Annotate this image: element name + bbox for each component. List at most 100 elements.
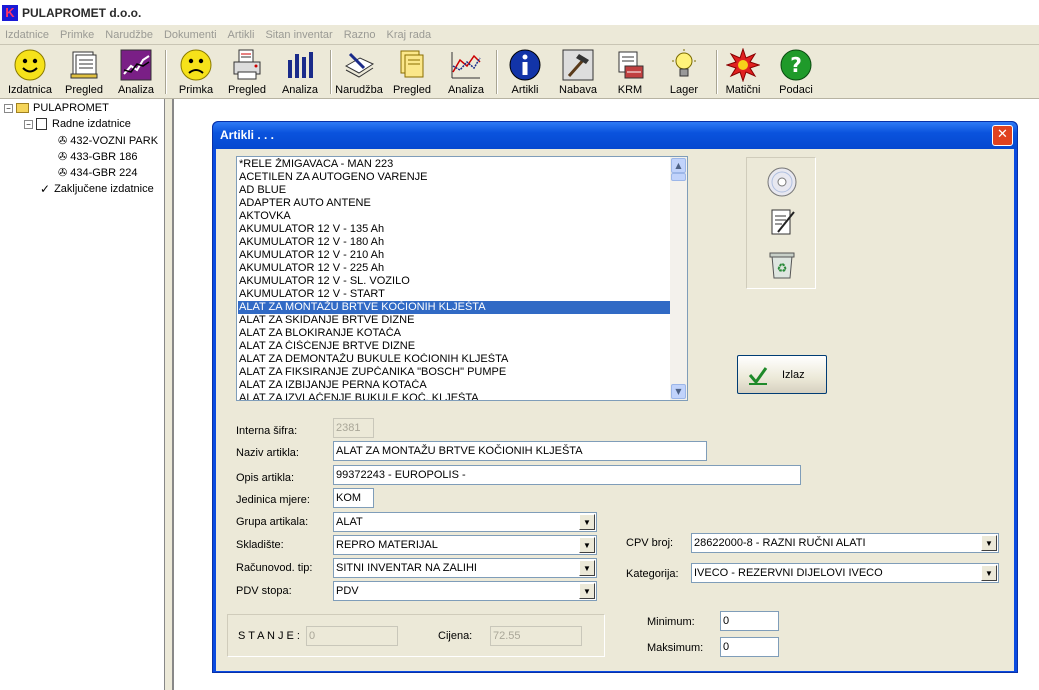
menu-primke[interactable]: Primke bbox=[60, 29, 94, 41]
tree-item[interactable]: ✇ 434-GBR 224 bbox=[58, 166, 137, 180]
izdatnica-button[interactable]: Izdatnica bbox=[4, 48, 56, 98]
analiza-primka-button[interactable]: Analiza bbox=[278, 48, 322, 98]
cpv-broj-value: 28622000-8 - RAZNI RUČNI ALATI bbox=[694, 537, 866, 549]
artikli-listbox[interactable]: *RELE ŽMIGAVACA - MAN 223 ACETILEN ZA AUT… bbox=[236, 156, 688, 401]
list-item[interactable]: ALAT ZA ČIŠĆENJE BRTVE DIZNE bbox=[238, 340, 671, 353]
item-icon: ✇ bbox=[58, 135, 68, 147]
list-item[interactable]: *RELE ŽMIGAVACA - MAN 223 bbox=[238, 158, 671, 171]
chevron-down-icon[interactable]: ▼ bbox=[579, 583, 595, 599]
list-item[interactable]: ADAPTER AUTO ANTENE bbox=[238, 197, 671, 210]
analiza-izdatnica-button[interactable]: Analiza bbox=[114, 48, 158, 98]
collapse-icon[interactable]: − bbox=[4, 103, 13, 113]
tree-zakljucene-izdatnice[interactable]: ✓ Zaključene izdatnice bbox=[40, 182, 154, 196]
scroll-thumb[interactable] bbox=[671, 173, 686, 181]
list-item[interactable]: AKUMULATOR 12 V - 180 Ah bbox=[238, 236, 671, 249]
racunovod-tip-select[interactable]: SITNI INVENTAR NA ZALIHI ▼ bbox=[333, 558, 597, 578]
tree-item[interactable]: ✇ 433-GBR 186 bbox=[58, 150, 137, 164]
action-panel: ♻ bbox=[746, 157, 816, 289]
chevron-down-icon[interactable]: ▼ bbox=[579, 560, 595, 576]
tree-root-label: PULAPROMET bbox=[33, 102, 109, 114]
list-item[interactable]: ALAT ZA MONTAŽU BRTVE KOČIONIH KLJEŠTA bbox=[238, 301, 671, 314]
primka-button[interactable]: Primka bbox=[174, 48, 218, 98]
menu-narudzbe[interactable]: Narudžbe bbox=[105, 29, 153, 41]
recycle-bin-icon[interactable]: ♻ bbox=[764, 246, 800, 282]
chart-purple-icon bbox=[119, 48, 153, 82]
kategorija-select[interactable]: IVECO - REZERVNI DIJELOVI IVECO ▼ bbox=[691, 563, 999, 583]
cpv-broj-select[interactable]: 28622000-8 - RAZNI RUČNI ALATI ▼ bbox=[691, 533, 999, 553]
list-item[interactable]: ALAT ZA IZBIJANJE PERNA KOTAČA bbox=[238, 379, 671, 392]
tree-item[interactable]: ✇ 432-VOZNI PARK bbox=[58, 134, 158, 148]
close-icon[interactable]: ✕ bbox=[992, 125, 1013, 146]
list-item[interactable]: AKUMULATOR 12 V - SL. VOZILO bbox=[238, 275, 671, 288]
document-stack-icon bbox=[67, 48, 101, 82]
narudzba-button[interactable]: Narudžba bbox=[334, 48, 384, 98]
menu-kraj-rada[interactable]: Kraj rada bbox=[387, 29, 432, 41]
menu-razno[interactable]: Razno bbox=[344, 29, 376, 41]
check-icon: ✓ bbox=[40, 182, 51, 196]
collapse-icon[interactable]: − bbox=[24, 119, 33, 129]
naziv-artikla-field[interactable]: ALAT ZA MONTAŽU BRTVE KOČIONIH KLJEŠTA bbox=[333, 441, 707, 461]
maksimum-field[interactable]: 0 bbox=[720, 637, 779, 657]
stanje-label: S T A N J E : bbox=[238, 630, 300, 642]
list-item[interactable]: AKUMULATOR 12 V - START bbox=[238, 288, 671, 301]
tree-radne-izdatnice[interactable]: − Radne izdatnice bbox=[24, 118, 131, 130]
analiza-label: Analiza bbox=[447, 84, 485, 96]
naziv-artikla-label: Naziv artikla: bbox=[236, 447, 299, 459]
analiza-narudzba-button[interactable]: Analiza bbox=[444, 48, 488, 98]
chevron-down-icon[interactable]: ▼ bbox=[981, 535, 997, 551]
dialog-titlebar: Artikli . . . ✕ bbox=[213, 122, 1017, 149]
jedinica-mjere-field[interactable]: KOM bbox=[333, 488, 374, 508]
nabava-button[interactable]: Nabava bbox=[556, 48, 600, 98]
podaci-button[interactable]: ? Podaci bbox=[774, 48, 818, 98]
cd-disc-icon[interactable] bbox=[764, 164, 800, 200]
pregled-primka-button[interactable]: Pregled bbox=[224, 48, 270, 98]
list-item[interactable]: ALAT ZA FIKSIRANJE ZUPČANIKA "BOSCH" PUM… bbox=[238, 366, 671, 379]
lightbulb-icon bbox=[667, 48, 701, 82]
list-item[interactable]: AKTOVKA bbox=[238, 210, 671, 223]
pregled-narudzba-button[interactable]: Pregled bbox=[390, 48, 434, 98]
folder-documents-icon bbox=[395, 48, 429, 82]
list-item[interactable]: AD BLUE bbox=[238, 184, 671, 197]
edit-document-icon[interactable] bbox=[764, 204, 800, 240]
list-item[interactable]: AKUMULATOR 12 V - 210 Ah bbox=[238, 249, 671, 262]
tree-root[interactable]: − PULAPROMET bbox=[4, 102, 109, 114]
list-item[interactable]: AKUMULATOR 12 V - 135 Ah bbox=[238, 223, 671, 236]
podaci-label: Podaci bbox=[779, 84, 813, 96]
skladiste-select[interactable]: REPRO MATERIJAL ▼ bbox=[333, 535, 597, 555]
menu-sitan-inventar[interactable]: Sitan inventar bbox=[265, 29, 332, 41]
nabava-label: Nabava bbox=[559, 84, 597, 96]
artikli-button[interactable]: Artikli bbox=[503, 48, 547, 98]
pdv-stopa-select[interactable]: PDV ▼ bbox=[333, 581, 597, 601]
stanje-group: S T A N J E : 0 Cijena: 72.55 bbox=[227, 614, 605, 657]
pregled-label: Pregled bbox=[393, 84, 431, 96]
list-scrollbar[interactable]: ▲ ▼ bbox=[670, 157, 687, 400]
menu-artikli[interactable]: Artikli bbox=[228, 29, 255, 41]
list-item[interactable]: ALAT ZA BLOKIRANJE KOTAČA bbox=[238, 327, 671, 340]
krm-icon bbox=[613, 48, 647, 82]
smiley-happy-icon bbox=[13, 48, 47, 82]
opis-artikla-field[interactable]: 99372243 - EUROPOLIS - bbox=[333, 465, 801, 485]
skladiste-value: REPRO MATERIJAL bbox=[336, 539, 438, 551]
maticni-button[interactable]: Matični bbox=[721, 48, 765, 98]
minimum-field[interactable]: 0 bbox=[720, 611, 779, 631]
list-item[interactable]: ALAT ZA DEMONTAŽU BUKULE KOČIONIH KLJEŠT… bbox=[238, 353, 671, 366]
list-item[interactable]: ALAT ZA SKIDANJE BRTVE DIZNE bbox=[238, 314, 671, 327]
izlaz-button[interactable]: Izlaz bbox=[737, 355, 827, 394]
list-item[interactable]: ACETILEN ZA AUTOGENO VARENJE bbox=[238, 171, 671, 184]
chevron-down-icon[interactable]: ▼ bbox=[981, 565, 997, 581]
chevron-down-icon[interactable]: ▼ bbox=[579, 514, 595, 530]
hammer-icon bbox=[561, 48, 595, 82]
menu-dokumenti[interactable]: Dokumenti bbox=[164, 29, 217, 41]
scroll-up-icon[interactable]: ▲ bbox=[671, 158, 686, 173]
krm-button[interactable]: KRM bbox=[608, 48, 652, 98]
pregled-izdatnica-button[interactable]: Pregled bbox=[62, 48, 106, 98]
list-item[interactable]: AKUMULATOR 12 V - 225 Ah bbox=[238, 262, 671, 275]
smiley-sad-icon bbox=[179, 48, 213, 82]
opis-artikla-label: Opis artikla: bbox=[236, 472, 295, 484]
menu-izdatnice[interactable]: Izdatnice bbox=[5, 29, 49, 41]
list-item[interactable]: ALAT ZA IZVLAČENJE BUKULE KOČ. KLJEŠTA bbox=[238, 392, 671, 400]
chevron-down-icon[interactable]: ▼ bbox=[579, 537, 595, 553]
grupa-artikala-select[interactable]: ALAT ▼ bbox=[333, 512, 597, 532]
lager-button[interactable]: Lager bbox=[662, 48, 706, 98]
scroll-down-icon[interactable]: ▼ bbox=[671, 384, 686, 399]
